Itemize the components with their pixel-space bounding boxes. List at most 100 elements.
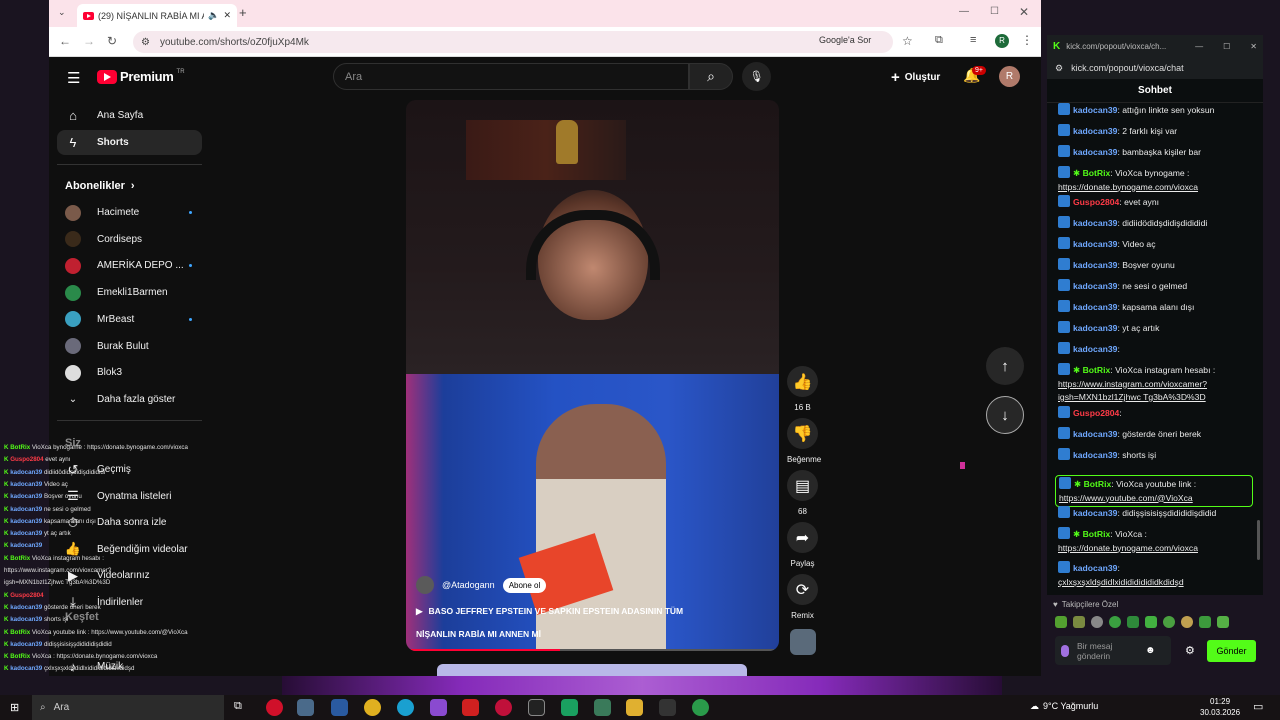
hamburger-menu-icon[interactable]: ☰	[67, 69, 80, 87]
app-icon[interactable]	[561, 699, 578, 716]
chat-url[interactable]: kick.com/popout/vioxca/chat	[1071, 63, 1184, 73]
chat-username[interactable]: Guspo2804	[1073, 197, 1119, 207]
back-icon[interactable]: ←	[59, 34, 71, 48]
app-icon[interactable]	[297, 699, 314, 716]
chrome-icon[interactable]	[692, 699, 709, 716]
windows-start-icon[interactable]: ⊞	[10, 701, 19, 714]
new-tab-button[interactable]: +	[239, 5, 247, 20]
app-icon[interactable]	[594, 699, 611, 716]
chat-username[interactable]: kadocan39	[1073, 302, 1117, 312]
chat-username[interactable]: kadocan39	[1073, 323, 1117, 333]
chat-minimize-button[interactable]: —	[1195, 42, 1203, 51]
like-button[interactable]: 👍 16 B	[787, 366, 818, 412]
chat-username[interactable]: kadocan39	[1073, 260, 1117, 270]
subscription-item[interactable]: Cordiseps	[57, 227, 202, 252]
chat-link[interactable]: https://www.youtube.com/@VioXca	[1059, 493, 1193, 503]
tab-list-icon[interactable]: ⌄	[58, 7, 66, 18]
subscription-item[interactable]: Emekli1Barmen	[57, 280, 202, 305]
taskbar-search[interactable]: ⌕ Ara	[32, 695, 224, 720]
subscription-item[interactable]: Blok3	[57, 360, 202, 385]
edge-icon[interactable]	[397, 699, 414, 716]
chat-close-button[interactable]: ✕	[1250, 42, 1257, 51]
subscription-item[interactable]: MrBeast	[57, 307, 202, 332]
emoji-icon[interactable]: ☻	[1145, 645, 1156, 656]
chat-link[interactable]: https://donate.bynogame.com/vioxca	[1058, 182, 1198, 192]
sidebar-item-home[interactable]: ⌂ Ana Sayfa	[57, 103, 202, 128]
chat-username[interactable]: BotRix	[1083, 529, 1111, 539]
bookmark-star-icon[interactable]: ☆	[902, 34, 913, 48]
emote-icon[interactable]	[1127, 616, 1139, 628]
speaker-icon[interactable]: 🔈	[208, 10, 219, 21]
emote-icon[interactable]	[1181, 616, 1193, 628]
file-explorer-icon[interactable]	[626, 699, 643, 716]
show-more-button[interactable]: ⌄ Daha fazla göster	[57, 387, 202, 412]
maximize-button[interactable]: ☐	[990, 6, 999, 17]
chat-username[interactable]: BotRix	[1084, 479, 1112, 489]
chat-username[interactable]: kadocan39	[1073, 218, 1117, 228]
app-icon[interactable]	[495, 699, 512, 716]
chat-username[interactable]: kadocan39	[1073, 429, 1117, 439]
chat-username[interactable]: kadocan39	[1073, 147, 1117, 157]
chat-username[interactable]: kadocan39	[1073, 239, 1117, 249]
video-title[interactable]: ▶ BASO JEFFREY EPSTEIN VE SAPKIN EPSTEIN …	[416, 605, 716, 640]
chat-username[interactable]: BotRix	[1083, 168, 1111, 178]
browser-menu-icon[interactable]: ⋮	[1021, 33, 1033, 47]
youtube-avatar[interactable]: R	[999, 66, 1020, 87]
weather-widget[interactable]: ☁ 9°C Yağmurlu	[1030, 701, 1098, 712]
emote-icon[interactable]	[1199, 616, 1211, 628]
chrome-icon[interactable]	[364, 699, 381, 716]
task-view-icon[interactable]: ⧉	[234, 700, 242, 713]
previous-short-button[interactable]: ↑	[986, 347, 1024, 385]
chat-username[interactable]: kadocan39	[1073, 105, 1117, 115]
reload-icon[interactable]: ↻	[107, 34, 117, 48]
notification-center-icon[interactable]: ▭	[1253, 700, 1263, 713]
subscription-item[interactable]: AMERİKA DEPO ...	[57, 253, 202, 278]
url-field[interactable]: ⚙ youtube.com/shorts/oZ0fjuXp4Mk	[133, 31, 893, 53]
search-input[interactable]: Ara	[333, 63, 689, 90]
emote-icon[interactable]	[1055, 616, 1067, 628]
media-icon[interactable]: ≡	[970, 34, 976, 46]
emote-icon[interactable]	[1217, 616, 1229, 628]
emote-icon[interactable]	[1091, 616, 1103, 628]
site-info-icon[interactable]: ⚙	[141, 37, 150, 48]
emote-icon[interactable]	[1109, 616, 1121, 628]
emote-icon[interactable]	[1073, 616, 1085, 628]
chat-maximize-button[interactable]: ☐	[1223, 42, 1230, 51]
close-window-button[interactable]: ✕	[1019, 5, 1029, 19]
subscribe-button[interactable]: Abone ol	[502, 577, 547, 593]
app-icon[interactable]	[430, 699, 447, 716]
subscription-item[interactable]: Hacimete	[57, 200, 202, 225]
emote-icon[interactable]	[1145, 616, 1157, 628]
chat-username[interactable]: kadocan39	[1073, 563, 1117, 573]
mic-icon[interactable]	[1061, 644, 1069, 657]
sound-thumbnail[interactable]	[790, 629, 816, 655]
chat-username[interactable]: BotRix	[1083, 365, 1111, 375]
sidebar-item-shorts[interactable]: ϟ Shorts	[57, 130, 202, 155]
site-settings-icon[interactable]: ⚙	[1055, 63, 1063, 74]
shorts-video-player[interactable]: @Atadogann Abone ol ▶ BASO JEFFREY EPSTEI…	[406, 100, 779, 651]
chat-settings-icon[interactable]: ⚙	[1185, 644, 1195, 657]
emote-icon[interactable]	[1163, 616, 1175, 628]
opera-icon[interactable]	[266, 699, 283, 716]
chat-username[interactable]: kadocan39	[1073, 281, 1117, 291]
share-button[interactable]: ➦ Paylaş	[787, 522, 818, 568]
epic-games-icon[interactable]	[528, 699, 545, 716]
create-button[interactable]: + Oluştur	[891, 69, 940, 86]
clock[interactable]: 01:29 30.03.2026	[1200, 696, 1240, 718]
chat-input[interactable]: Bir mesaj gönderin ☻	[1055, 636, 1171, 665]
chat-username[interactable]: Guspo2804	[1073, 408, 1119, 418]
chat-link[interactable]: çxlxşxşxldşdidlxididididididkdidşd	[1058, 577, 1184, 587]
profile-avatar[interactable]: R	[995, 34, 1009, 48]
chat-username[interactable]: kadocan39	[1073, 344, 1117, 354]
chat-username[interactable]: kadocan39	[1073, 450, 1117, 460]
app-icon[interactable]	[659, 699, 676, 716]
google-lens-button[interactable]: Google'a Sor	[819, 35, 872, 45]
chat-username[interactable]: kadocan39	[1073, 126, 1117, 136]
voice-search-button[interactable]: 🎙	[742, 62, 771, 91]
app-icon[interactable]	[462, 699, 479, 716]
channel-name[interactable]: @Atadogann	[442, 580, 495, 590]
chat-scrollbar[interactable]	[1257, 520, 1260, 560]
youtube-logo[interactable]: Premium TR	[97, 69, 185, 84]
search-button[interactable]: ⌕	[689, 63, 733, 90]
chat-link[interactable]: https://donate.bynogame.com/vioxca	[1058, 543, 1198, 553]
